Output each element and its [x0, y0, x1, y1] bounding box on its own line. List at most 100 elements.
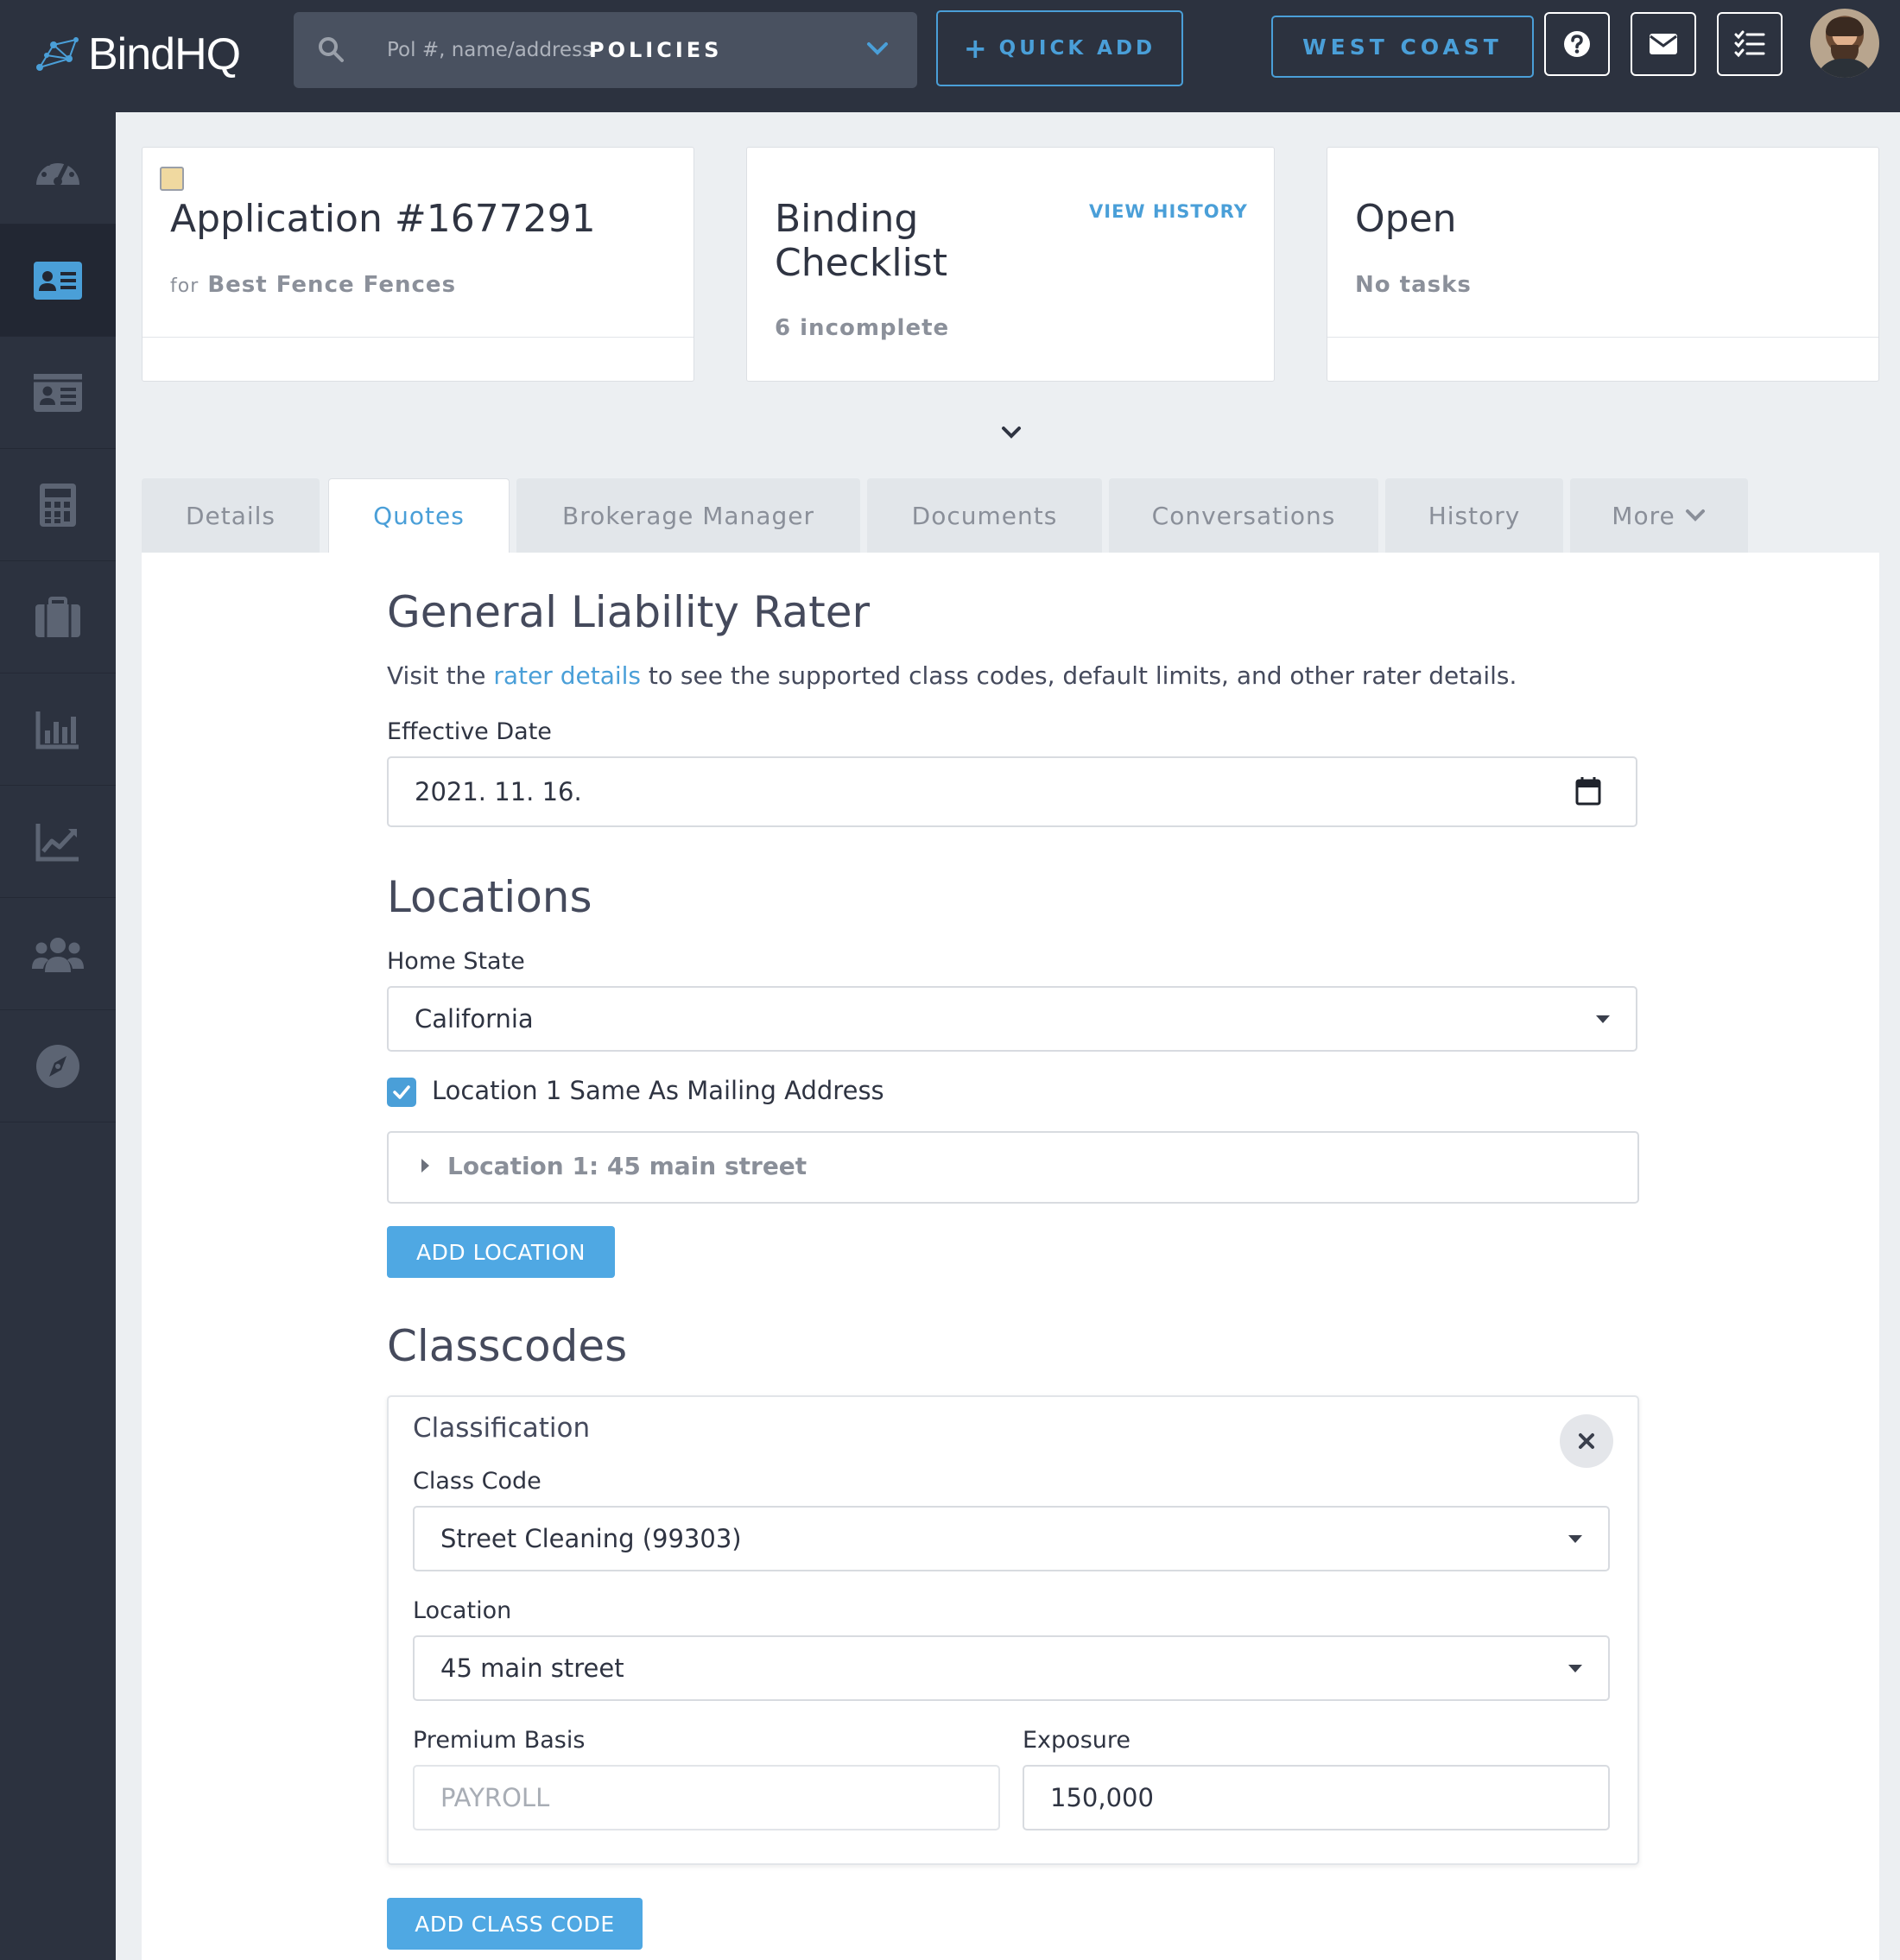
view-history-link[interactable]: VIEW HISTORY: [1089, 201, 1248, 222]
premium-basis-value: PAYROLL: [440, 1783, 550, 1812]
exposure-label: Exposure: [1023, 1727, 1130, 1754]
tab-more-label: More: [1612, 501, 1675, 530]
users-icon: [32, 937, 84, 972]
remove-classification-button[interactable]: [1560, 1414, 1613, 1468]
chevron-down-icon[interactable]: [864, 35, 891, 62]
logo-network-icon: [36, 37, 79, 71]
caret-right-icon: [421, 1159, 429, 1173]
application-card: Application #1677291 for Best Fence Fenc…: [142, 147, 694, 382]
location-value: 45 main street: [440, 1653, 624, 1683]
sidebar-item-reports[interactable]: [0, 673, 116, 786]
classcodes-title: Classcodes: [387, 1321, 628, 1371]
sidebar-item-briefcase[interactable]: [0, 561, 116, 673]
region-button[interactable]: WEST COAST: [1271, 16, 1534, 78]
logo-text: BindHQ: [88, 29, 241, 79]
line-chart-icon: [35, 823, 79, 861]
calculator-icon: [40, 483, 76, 527]
premium-basis-field: PAYROLL: [413, 1765, 1000, 1830]
chevron-down-icon: [1685, 509, 1705, 522]
quotes-panel: General Liability Rater Visit the rater …: [142, 553, 1879, 1960]
checklist-title: Binding Checklist: [775, 197, 947, 285]
tab-history[interactable]: History: [1385, 478, 1563, 553]
quick-add-button[interactable]: + QUICK ADD: [936, 10, 1183, 86]
location-label: Location: [413, 1597, 512, 1624]
sidebar-item-calculator[interactable]: [0, 449, 116, 561]
add-class-code-button[interactable]: ADD CLASS CODE: [387, 1898, 643, 1950]
rater-intro: Visit the rater details to see the suppo…: [387, 661, 1517, 690]
user-avatar[interactable]: [1810, 9, 1879, 78]
sidebar-item-dashboard[interactable]: [0, 112, 116, 224]
locations-title: Locations: [387, 872, 592, 922]
tab-documents[interactable]: Documents: [867, 478, 1102, 553]
same-as-mailing-label[interactable]: Location 1 Same As Mailing Address: [432, 1076, 884, 1105]
exposure-value: 150,000: [1050, 1783, 1154, 1812]
rater-title: General Liability Rater: [387, 587, 871, 637]
caret-down-icon: [1596, 1015, 1610, 1023]
region-label: WEST COAST: [1302, 34, 1503, 60]
compass-icon: [36, 1044, 79, 1088]
dashboard-icon: [36, 155, 79, 186]
checklist-status: 6 incomplete: [775, 315, 950, 341]
tab-brokerage-manager[interactable]: Brokerage Manager: [516, 478, 860, 553]
status-tasks: No tasks: [1355, 272, 1472, 298]
mail-button[interactable]: [1631, 12, 1696, 76]
top-navbar: BindHQ POLICIES + QUICK ADD WEST COAST: [0, 0, 1900, 112]
briefcase-icon: [35, 596, 80, 637]
classification-title: Classification: [413, 1413, 591, 1444]
calendar-icon[interactable]: [1575, 776, 1601, 806]
rater-details-link[interactable]: rater details: [493, 661, 641, 690]
sidebar-item-applications[interactable]: [0, 224, 116, 337]
quick-add-label: QUICK ADD: [998, 37, 1156, 60]
home-state-select[interactable]: California: [387, 986, 1637, 1052]
status-card: Open No tasks: [1327, 147, 1879, 382]
tab-quotes[interactable]: Quotes: [328, 478, 510, 553]
tab-more[interactable]: More: [1570, 478, 1748, 553]
caret-down-icon: [1568, 1665, 1582, 1672]
policies-icon: [34, 373, 82, 412]
bindhq-logo[interactable]: BindHQ: [35, 24, 241, 85]
tasks-button[interactable]: [1717, 12, 1783, 76]
exposure-input[interactable]: 150,000: [1023, 1765, 1610, 1830]
effective-date-label: Effective Date: [387, 718, 552, 745]
sidebar-item-policies[interactable]: [0, 337, 116, 449]
global-search: POLICIES: [294, 12, 917, 88]
tasks-list-icon: [1734, 30, 1765, 58]
premium-basis-label: Premium Basis: [413, 1727, 586, 1754]
classification-box: Classification Class Code Street Cleanin…: [387, 1395, 1639, 1865]
class-code-label: Class Code: [413, 1468, 542, 1495]
sidebar-item-explore[interactable]: [0, 1010, 116, 1122]
expand-cards-chevron-icon[interactable]: [998, 420, 1024, 446]
search-scope-select[interactable]: POLICIES: [589, 38, 722, 62]
mail-icon: [1650, 34, 1677, 54]
checkmark-icon: [393, 1085, 410, 1099]
home-state-label: Home State: [387, 948, 525, 975]
caret-down-icon: [1568, 1535, 1582, 1543]
sidebar-item-users[interactable]: [0, 898, 116, 1010]
tab-conversations[interactable]: Conversations: [1109, 478, 1378, 553]
application-insured: for Best Fence Fences: [170, 272, 456, 298]
search-icon: [319, 37, 344, 62]
insured-name[interactable]: Best Fence Fences: [207, 272, 456, 298]
add-location-button[interactable]: ADD LOCATION: [387, 1226, 615, 1278]
tab-details[interactable]: Details: [142, 478, 320, 553]
location-1-label: Location 1: 45 main street: [447, 1152, 808, 1180]
help-button[interactable]: [1544, 12, 1610, 76]
effective-date-value: 2021. 11. 16.: [415, 777, 582, 806]
applications-icon: [34, 261, 82, 300]
location-1-accordion[interactable]: Location 1: 45 main street: [387, 1131, 1639, 1204]
location-select[interactable]: 45 main street: [413, 1635, 1610, 1701]
binding-checklist-card[interactable]: Binding Checklist VIEW HISTORY 6 incompl…: [746, 147, 1275, 382]
application-type-icon: [160, 167, 184, 191]
same-as-mailing-checkbox[interactable]: [387, 1078, 416, 1107]
close-icon: [1579, 1433, 1594, 1449]
bar-chart-icon: [35, 711, 79, 749]
plus-icon: +: [963, 32, 987, 65]
class-code-value: Street Cleaning (99303): [440, 1524, 742, 1553]
application-title: Application #1677291: [170, 197, 596, 241]
status-title: Open: [1355, 197, 1457, 241]
class-code-select[interactable]: Street Cleaning (99303): [413, 1506, 1610, 1571]
insured-prefix: for: [170, 275, 200, 297]
sidebar-item-analytics[interactable]: [0, 786, 116, 898]
effective-date-input[interactable]: 2021. 11. 16.: [387, 756, 1637, 827]
help-icon: [1564, 31, 1590, 57]
